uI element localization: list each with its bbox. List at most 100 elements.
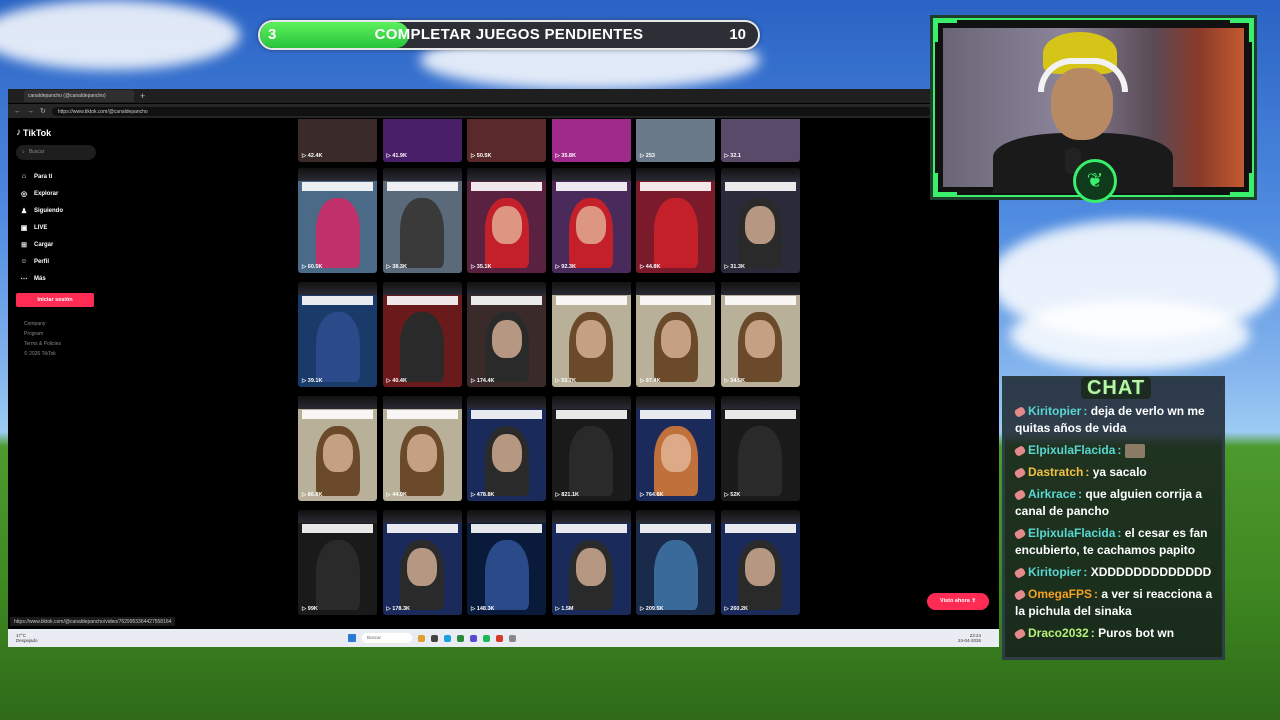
video-thumbnail[interactable]: ▷ 55.7K xyxy=(551,282,631,387)
footer-link[interactable]: Company xyxy=(24,319,106,329)
webcam-overlay: ❦ xyxy=(930,15,1257,203)
frame-corner xyxy=(935,20,957,42)
chat-username[interactable]: Draco2032 xyxy=(1028,626,1089,640)
sidebar-item-perfil[interactable]: ☺ Perfil xyxy=(16,253,106,270)
chat-username[interactable]: Dastratch xyxy=(1028,465,1083,479)
video-thumbnail[interactable]: ▷ 42.4K xyxy=(298,119,377,162)
back-icon[interactable]: ← xyxy=(14,108,21,115)
new-tab-icon[interactable]: + xyxy=(140,91,145,101)
video-thumbnail[interactable]: ▷ 35.1K xyxy=(467,168,546,273)
view-count-value: 32.1 xyxy=(730,153,741,159)
view-count-value: 44.9K xyxy=(392,492,407,498)
video-thumbnail[interactable]: ▷ 178.3K xyxy=(382,510,462,615)
sidebar-item-live[interactable]: ▣ LIVE xyxy=(16,219,106,236)
tiktok-note-icon: ♪ xyxy=(16,127,21,138)
chat-message: Airkrace: que alguien corrija a canal de… xyxy=(1013,486,1216,520)
chat-username[interactable]: OmegaFPS xyxy=(1028,587,1092,601)
video-thumbnail[interactable]: ▷ 209.5K xyxy=(636,510,715,615)
chat-username[interactable]: Kiritopier xyxy=(1028,565,1081,579)
video-thumbnail[interactable]: ▷ 174.4K xyxy=(467,282,546,387)
view-count-value: 253 xyxy=(645,153,655,159)
pill-badge-icon xyxy=(1013,566,1027,579)
url-field[interactable]: https://www.tiktok.com/@canaldepancho xyxy=(51,106,932,116)
video-thumbnail[interactable]: ▷ 40.4K xyxy=(382,282,462,387)
sidebar-item-explorar[interactable]: ◎ Explorar xyxy=(16,185,106,202)
video-thumbnail[interactable]: ▷ 50.5K xyxy=(467,119,546,162)
thumbnail-face xyxy=(576,320,606,358)
file-explorer-icon[interactable] xyxy=(418,634,425,642)
discord-icon[interactable] xyxy=(470,634,477,642)
settings-icon[interactable] xyxy=(509,634,516,642)
video-thumbnail[interactable]: ▷ 34.5K xyxy=(720,282,800,387)
chat-username[interactable]: Kiritopier xyxy=(1028,404,1081,418)
more-icon: ⋯ xyxy=(20,275,28,283)
browser-tab[interactable]: canaldepancho (@canaldepancho) xyxy=(24,90,134,102)
video-thumbnail[interactable]: ▷ 38.3K xyxy=(382,168,462,273)
view-count: ▷ 178.3K xyxy=(387,606,411,612)
thumbnail-face xyxy=(576,206,606,244)
chat-message: ElpixulaFlacida: xyxy=(1013,442,1216,459)
view-count-value: 44.8K xyxy=(645,264,661,270)
sidebar-item-cargar[interactable]: ⊞ Cargar xyxy=(16,236,106,253)
edge-icon[interactable] xyxy=(444,634,451,642)
video-thumbnail[interactable]: ▷ 478.8K xyxy=(467,396,546,501)
tiktok-logo[interactable]: ♪ TikTok xyxy=(16,127,106,138)
thumbnail-face xyxy=(322,434,353,472)
view-count-value: 31.3K xyxy=(730,264,745,270)
video-thumbnail[interactable]: ▷ 39.1K xyxy=(298,282,377,387)
app-icon[interactable] xyxy=(431,634,438,642)
weather-widget[interactable]: 17°C Despejado xyxy=(16,633,56,643)
taskbar-search[interactable]: Buscar xyxy=(362,633,412,643)
view-count: ▷ 253 xyxy=(640,153,655,159)
footer-link[interactable]: © 2026 TikTok xyxy=(24,349,106,359)
view-count-value: 86.8K xyxy=(307,492,323,498)
video-thumbnail[interactable]: ▷ 35.8K xyxy=(551,119,631,162)
windows-start-icon[interactable] xyxy=(348,634,356,642)
app-icon[interactable] xyxy=(457,634,464,642)
video-thumbnail[interactable]: ▷ 92.3K xyxy=(551,168,631,273)
video-thumbnail[interactable]: ▷ 148.3K xyxy=(467,510,546,615)
view-count: ▷ 39.1K xyxy=(302,378,322,384)
video-thumbnail[interactable]: ▷ 32.1 xyxy=(720,119,800,162)
cloud xyxy=(1010,300,1250,370)
sidebar-item-más[interactable]: ⋯ Más xyxy=(16,270,106,287)
pill-badge-icon xyxy=(1013,405,1027,418)
video-thumbnail[interactable]: ▷ 764.6K xyxy=(636,396,715,501)
weather-desc: Despejado xyxy=(16,638,38,643)
video-thumbnail[interactable]: ▷ 31.3K xyxy=(720,168,800,273)
video-thumbnail[interactable]: ▷ 52K xyxy=(720,396,800,501)
system-tray[interactable]: 23:24 24-04-2026 xyxy=(958,633,981,643)
video-caption-strip xyxy=(302,410,373,419)
footer-link[interactable]: Terms & Policies xyxy=(24,339,106,349)
obs-icon[interactable] xyxy=(496,634,503,642)
video-thumbnail[interactable]: ▷ 41.9K xyxy=(382,119,462,162)
video-thumbnail[interactable]: ▷ 99K xyxy=(298,510,377,615)
sidebar-item-siguiendo[interactable]: ♟ Siguiendo xyxy=(16,202,106,219)
taskbar-apps: Buscar xyxy=(348,633,516,643)
chat-username[interactable]: ElpixulaFlacida xyxy=(1028,526,1115,540)
video-thumbnail[interactable]: ▷ 44.8K xyxy=(636,168,715,273)
video-thumbnail[interactable]: ▷ 253 xyxy=(636,119,715,162)
video-thumbnail[interactable]: ▷ 260.2K xyxy=(720,510,800,615)
footer-link[interactable]: Program xyxy=(24,329,106,339)
visto-ahora-button[interactable]: Visto ahora ⇧ xyxy=(927,593,989,610)
video-thumbnail[interactable]: ▷ 86.8K xyxy=(298,396,377,501)
video-caption-strip xyxy=(471,524,542,533)
forward-icon[interactable]: → xyxy=(27,108,34,115)
sidebar-item-para-ti[interactable]: ⌂ Para ti xyxy=(16,168,106,185)
spotify-icon[interactable] xyxy=(483,634,490,642)
reload-icon[interactable]: ↻ xyxy=(40,107,46,115)
chat-username[interactable]: Airkrace xyxy=(1028,487,1076,501)
search-input[interactable]: ⌕ Buscar xyxy=(16,145,96,160)
video-thumbnail[interactable]: ▷ 44.9K xyxy=(382,396,462,501)
thumbnail-figure xyxy=(315,198,360,268)
chat-username[interactable]: ElpixulaFlacida xyxy=(1028,443,1115,457)
login-button[interactable]: Iniciar sesión xyxy=(16,293,94,307)
video-caption-strip xyxy=(471,410,542,419)
video-thumbnail[interactable]: ▷ 60.5K xyxy=(298,168,377,273)
video-caption-strip xyxy=(302,296,373,305)
video-thumbnail[interactable]: ▷ 97.4K xyxy=(636,282,715,387)
video-thumbnail[interactable]: ▷ 1.5M xyxy=(551,510,631,615)
video-caption-strip xyxy=(386,524,458,533)
video-thumbnail[interactable]: ▷ 821.1K xyxy=(551,396,631,501)
